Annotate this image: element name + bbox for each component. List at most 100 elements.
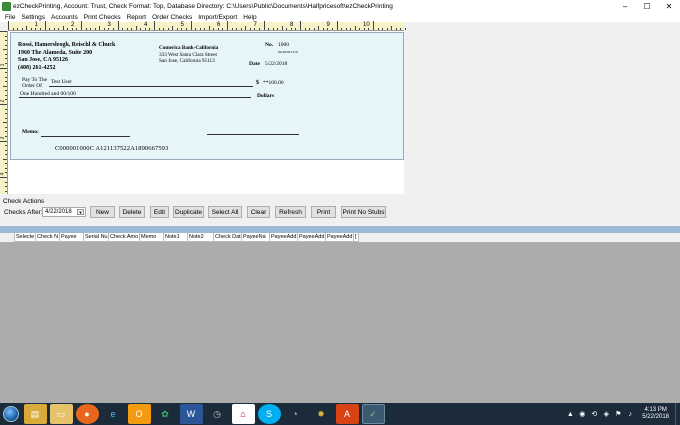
ruler-tick <box>404 28 406 30</box>
clock-app-2-icon[interactable]: ◔ <box>284 404 307 424</box>
ruler-tick <box>0 104 7 105</box>
delete-button[interactable]: Delete <box>119 206 145 218</box>
clear-button[interactable]: Clear <box>247 206 270 218</box>
ruler-tick <box>3 49 7 51</box>
company-address-2: San Jose, CA 95126 <box>18 57 69 63</box>
clock-app-icon[interactable]: ◷ <box>206 404 229 424</box>
ruler-tick <box>0 140 7 142</box>
checks-after-label: Checks After: <box>4 209 43 216</box>
grid-toolbar-strip <box>0 226 680 233</box>
pay-to-label: Pay To The Order Of <box>22 77 47 89</box>
company-address-1: 1960 The Alameda, Suite 200 <box>18 49 93 56</box>
tray-notification-icon[interactable]: ◈ <box>602 410 611 419</box>
column-header-serial-number[interactable]: Serial Nu <box>84 233 109 242</box>
ruler-tick <box>217 28 219 30</box>
ruler-tick <box>5 167 7 169</box>
checks-after-date-picker[interactable]: 4/22/2018 ▼ <box>42 207 86 217</box>
outlook-icon[interactable]: O <box>127 404 151 424</box>
ruler-tick <box>30 28 32 30</box>
new-button[interactable]: New <box>90 206 115 218</box>
ruler-tick <box>5 94 7 96</box>
column-header-more[interactable]: [ <box>354 233 359 242</box>
ruler-tick <box>5 58 7 60</box>
memo-line <box>41 136 130 137</box>
ruler-tick <box>368 28 370 30</box>
snipping-tool-icon[interactable]: ✿ <box>154 404 177 424</box>
tray-sync-icon[interactable]: ⟲ <box>590 410 599 419</box>
menu-report[interactable]: Report <box>124 14 150 21</box>
tray-expand-icon[interactable]: ▲ <box>566 410 575 419</box>
folder-icon[interactable]: ▭ <box>49 404 73 424</box>
select-all-button[interactable]: Select All <box>208 206 242 218</box>
ezcheckprinting-taskbar-icon[interactable]: ✓ <box>361 404 385 424</box>
date-label: Date <box>249 61 260 67</box>
ruler-tick <box>5 154 7 156</box>
menu-order-checks[interactable]: Order Checks <box>149 14 195 21</box>
duplicate-button[interactable]: Duplicate <box>173 206 204 218</box>
column-header-check-number[interactable]: Check N <box>36 233 60 242</box>
ruler-tick <box>58 28 60 30</box>
taskbar-clock[interactable]: 4:13 PM 5/22/2018 <box>642 407 669 421</box>
skype-icon[interactable]: S <box>257 404 281 424</box>
column-header-payee-address-3[interactable]: PayeeAdd <box>326 233 354 242</box>
maximize-button[interactable]: ☐ <box>636 0 658 12</box>
column-header-payee[interactable]: Payee <box>60 233 84 242</box>
payee-line <box>49 86 253 87</box>
print-no-stubs-button[interactable]: Print No Stubs <box>341 206 386 218</box>
minimize-button[interactable]: ‒ <box>614 0 636 12</box>
refresh-button[interactable]: Refresh <box>275 206 306 218</box>
ruler-tick <box>71 28 73 30</box>
menu-print-checks[interactable]: Print Checks <box>81 14 124 21</box>
menu-help[interactable]: Help <box>240 14 259 21</box>
adobe-app-icon[interactable]: A <box>335 404 359 424</box>
calendar-dropdown-icon[interactable]: ▼ <box>77 209 84 215</box>
checks-grid-body[interactable] <box>0 242 680 403</box>
window-title: ezCheckPrinting, Account: Trust, Check F… <box>13 2 393 10</box>
ruler-tick <box>227 21 228 30</box>
ruler-tick <box>236 28 238 30</box>
column-header-memo[interactable]: Memo <box>140 233 164 242</box>
ruler-tick <box>0 31 7 32</box>
ruler-tick <box>122 28 124 30</box>
ruler-tick <box>213 28 215 30</box>
column-header-check-date[interactable]: Check Dat <box>214 233 242 242</box>
media-tool-icon[interactable]: ✸ <box>310 404 333 424</box>
ruler-tick <box>231 28 233 30</box>
file-explorer-icon[interactable]: ▤ <box>23 404 47 424</box>
close-button[interactable]: ✕ <box>658 0 680 12</box>
word-icon[interactable]: W <box>179 404 203 424</box>
internet-explorer-icon[interactable]: e <box>102 404 125 424</box>
menu-file[interactable]: File <box>2 14 18 21</box>
ruler-tick <box>67 28 69 30</box>
column-header-note2[interactable]: Note2 <box>188 233 214 242</box>
system-tray: ▲ ◉ ⟲ ◈ ⚑ ♪ 4:13 PM 5/22/2018 <box>564 403 680 425</box>
start-button[interactable] <box>0 403 22 425</box>
ruler-tick <box>290 28 292 30</box>
horizontal-ruler: 1 2 3 4 5 6 7 8 9 10 <box>8 21 406 31</box>
column-header-check-amount[interactable]: Check Amo <box>109 233 140 242</box>
column-header-payee-name[interactable]: PayeeNa <box>242 233 270 242</box>
show-desktop-button[interactable] <box>675 403 680 425</box>
tray-network-app-icon[interactable]: ◉ <box>578 410 587 419</box>
ruler-tick <box>172 26 174 30</box>
company-name: Rossi, Hamersleogh, Reischl & Chuck <box>18 42 116 48</box>
edit-button[interactable]: Edit <box>150 206 169 218</box>
tray-flag-icon[interactable]: ⚑ <box>614 410 623 419</box>
menu-accounts[interactable]: Accounts <box>48 14 81 21</box>
tray-volume-icon[interactable]: ♪ <box>626 410 635 419</box>
acrobat-icon[interactable]: ⌂ <box>231 404 255 424</box>
column-header-selected[interactable]: Selecte <box>15 233 36 242</box>
menu-import-export[interactable]: Import/Export <box>195 14 240 21</box>
ruler-tick <box>5 190 7 192</box>
firefox-icon[interactable]: ● <box>75 404 99 424</box>
column-header-note1[interactable]: Note1 <box>164 233 188 242</box>
column-header-payee-address-2[interactable]: PayeeAdd <box>298 233 326 242</box>
ruler-tick <box>350 28 352 30</box>
ruler-tick <box>5 108 7 110</box>
menu-settings[interactable]: Settings <box>18 14 48 21</box>
print-button[interactable]: Print <box>311 206 336 218</box>
ruler-tick <box>195 28 197 30</box>
ruler-tick <box>391 26 393 30</box>
ruler-tick <box>81 21 82 30</box>
column-header-payee-address-1[interactable]: PayeeAdd <box>270 233 298 242</box>
